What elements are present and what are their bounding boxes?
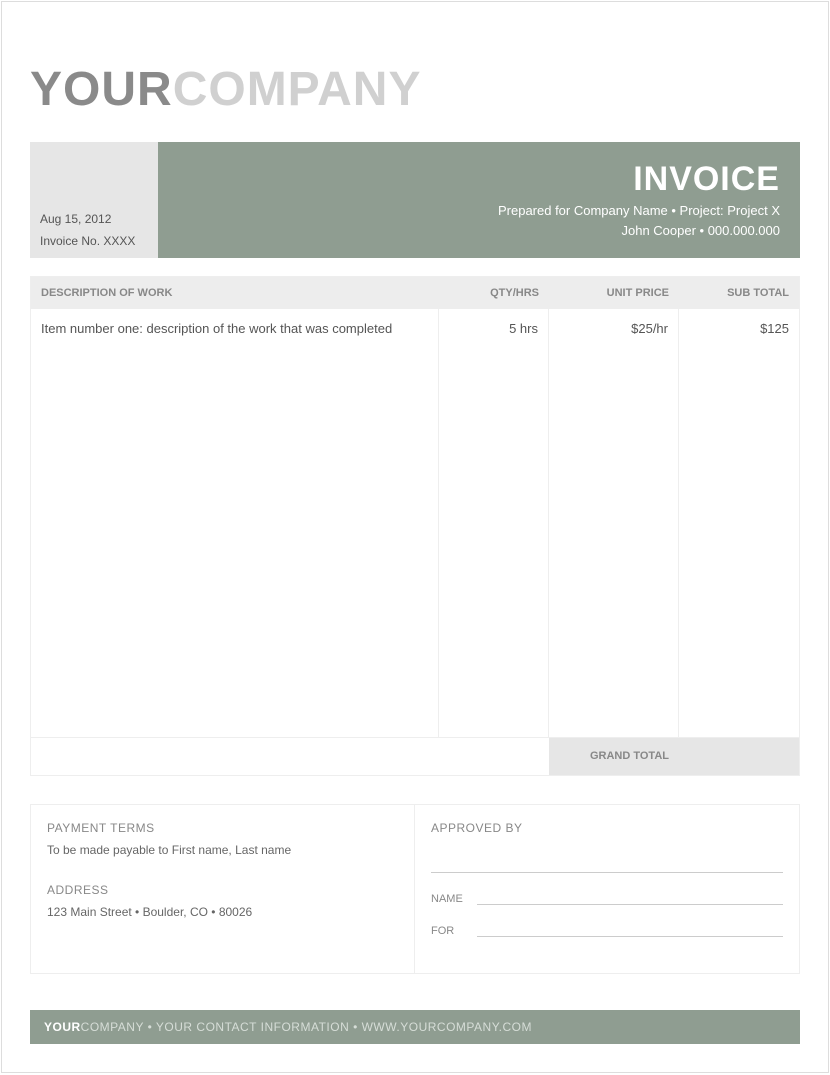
footer-logo-part2: COMPANY bbox=[81, 1020, 144, 1034]
invoice-page: YOURCOMPANY Aug 15, 2012 Invoice No. XXX… bbox=[1, 1, 829, 1073]
contact-line: John Cooper • 000.000.000 bbox=[158, 221, 780, 241]
invoice-date: Aug 15, 2012 bbox=[40, 212, 148, 226]
name-label: NAME bbox=[431, 893, 477, 905]
invoice-number: Invoice No. XXXX bbox=[40, 234, 148, 248]
logo-part2: COMPANY bbox=[173, 63, 422, 116]
approval-box: APPROVED BY NAME FOR bbox=[415, 805, 799, 973]
name-line bbox=[477, 904, 783, 905]
header-qty: QTY/HRS bbox=[439, 277, 549, 309]
approved-by-heading: APPROVED BY bbox=[431, 821, 783, 835]
grand-total-label: GRAND TOTAL bbox=[549, 738, 679, 775]
bottom-section: PAYMENT TERMS To be made payable to Firs… bbox=[30, 804, 800, 974]
header-banner: Aug 15, 2012 Invoice No. XXXX INVOICE Pr… bbox=[30, 142, 800, 258]
logo-part1: YOUR bbox=[30, 63, 173, 116]
payment-terms-value: To be made payable to First name, Last n… bbox=[47, 843, 398, 857]
footer-rest: • YOUR CONTACT INFORMATION • WWW.YOURCOM… bbox=[144, 1020, 532, 1034]
banner-main: INVOICE Prepared for Company Name • Proj… bbox=[158, 142, 800, 258]
for-row: FOR bbox=[431, 925, 783, 937]
company-logo: YOURCOMPANY bbox=[30, 62, 800, 117]
for-line bbox=[477, 936, 783, 937]
line-items-table: DESCRIPTION OF WORK QTY/HRS UNIT PRICE S… bbox=[30, 276, 800, 776]
document-title: INVOICE bbox=[158, 160, 780, 199]
footer-spacer bbox=[31, 738, 549, 775]
cell-qty: 5 hrs bbox=[439, 309, 549, 737]
header-subtotal: SUB TOTAL bbox=[679, 277, 799, 309]
name-row: NAME bbox=[431, 893, 783, 905]
grand-total-value bbox=[679, 738, 799, 775]
payment-terms-heading: PAYMENT TERMS bbox=[47, 821, 398, 835]
cell-description: Item number one: description of the work… bbox=[31, 309, 439, 737]
table-footer: GRAND TOTAL bbox=[31, 737, 799, 775]
banner-meta: Aug 15, 2012 Invoice No. XXXX bbox=[30, 142, 158, 258]
header-description: DESCRIPTION OF WORK bbox=[31, 277, 439, 309]
table-header-row: DESCRIPTION OF WORK QTY/HRS UNIT PRICE S… bbox=[31, 277, 799, 309]
address-heading: ADDRESS bbox=[47, 883, 398, 897]
address-value: 123 Main Street • Boulder, CO • 80026 bbox=[47, 905, 398, 919]
footer-logo-part1: YOUR bbox=[44, 1020, 81, 1034]
for-label: FOR bbox=[431, 925, 477, 937]
header-unit-price: UNIT PRICE bbox=[549, 277, 679, 309]
cell-subtotal: $125 bbox=[679, 309, 799, 737]
signature-line bbox=[431, 843, 783, 873]
page-footer: YOURCOMPANY • YOUR CONTACT INFORMATION •… bbox=[30, 1010, 800, 1044]
prepared-for-line: Prepared for Company Name • Project: Pro… bbox=[158, 201, 780, 221]
payment-terms-box: PAYMENT TERMS To be made payable to Firs… bbox=[31, 805, 415, 973]
cell-unit-price: $25/hr bbox=[549, 309, 679, 737]
table-body: Item number one: description of the work… bbox=[31, 309, 799, 737]
